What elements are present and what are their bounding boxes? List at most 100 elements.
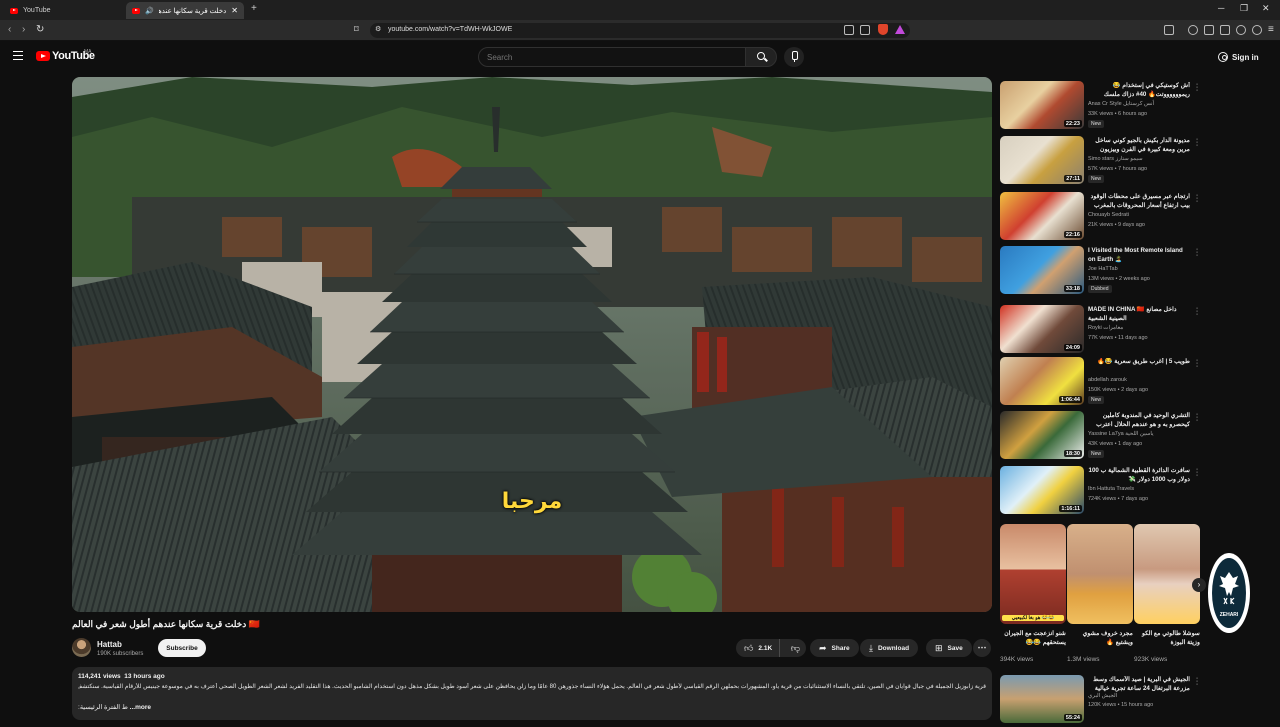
like-button[interactable]: 👍︎ 2.1K bbox=[736, 639, 780, 657]
short-thumbnail[interactable]: هو بغا لكبيعيي 😂😂 bbox=[1000, 524, 1066, 624]
url-field[interactable]: ⚙ youtube.com/watch?v=TdWH-WkJOWE bbox=[370, 23, 910, 38]
vpn-icon[interactable] bbox=[1252, 25, 1262, 35]
more-actions-button[interactable]: ⋯ bbox=[973, 639, 991, 657]
search-input[interactable] bbox=[478, 47, 746, 67]
recommendation-channel: abdellah zarouk bbox=[1088, 377, 1127, 383]
sign-in-button[interactable]: Sign in bbox=[1212, 48, 1265, 66]
recommendation-item[interactable]: 22:23 أش كوستيكي في إستخدام 😂 ريمووووووتت… bbox=[1000, 81, 1205, 133]
recommendation-meta: 150K views • 2 days ago bbox=[1088, 387, 1149, 393]
eagle-icon bbox=[1219, 572, 1239, 605]
shorts-next-button[interactable]: › bbox=[1192, 578, 1206, 592]
share-icon: ➦ bbox=[819, 642, 827, 653]
recommendation-thumbnail: 22:16 bbox=[1000, 192, 1084, 240]
more-options-icon[interactable]: · · · bbox=[1195, 305, 1199, 318]
extensions-icon[interactable] bbox=[1164, 25, 1174, 35]
speaker-icon: 🔊 bbox=[145, 7, 154, 15]
close-tab-icon[interactable]: ✕ bbox=[231, 6, 238, 15]
recommendation-item[interactable]: 1:06:44 طويب 5 | أغرب طريق سعرية 😂🔥 abdell… bbox=[1000, 357, 1205, 409]
voice-search-button[interactable] bbox=[784, 47, 804, 67]
recommendation-item[interactable]: 22:16 ارتجام عبر مسيرق على محطات الوقود ب… bbox=[1000, 192, 1205, 244]
video-duration: 1:06:44 bbox=[1059, 396, 1082, 403]
channel-name[interactable]: Hattab bbox=[97, 640, 122, 649]
bookmark-icon[interactable]: ⌑ bbox=[354, 24, 359, 35]
short-title[interactable]: شنو انزعجت مع الجيران يستحقهم 😂😂 bbox=[1000, 630, 1066, 647]
recommendation-title: سافرت الدائرة القطبية الشمالية ب 100 دول… bbox=[1088, 467, 1190, 483]
user-icon bbox=[1218, 52, 1228, 62]
short-views: 1.3M views bbox=[1067, 656, 1100, 663]
recommendation-item[interactable]: 24:09 MADE IN CHINA 🇨🇳 داخل مصانع الصينية… bbox=[1000, 305, 1205, 357]
restore-icon[interactable]: ❐ bbox=[1240, 3, 1248, 14]
recommendation-meta: 77K views • 11 days ago bbox=[1088, 335, 1148, 341]
save-button[interactable]: ⊞ Save bbox=[926, 639, 972, 657]
more-options-icon[interactable]: · · · bbox=[1195, 136, 1199, 149]
short-thumbnail[interactable] bbox=[1067, 524, 1133, 624]
recommendation-item[interactable]: 1:16:11 سافرت الدائرة القطبية الشمالية ب … bbox=[1000, 466, 1205, 518]
short-views: 923K views bbox=[1134, 656, 1168, 663]
recommendation-channel: Anas Cr Style أنس كرستايل bbox=[1088, 101, 1155, 107]
more-options-icon[interactable]: · · · bbox=[1195, 675, 1199, 688]
brave-rewards-icon[interactable] bbox=[895, 25, 905, 34]
description-box[interactable]: 114,241 views 13 hours ago قرية زابوزيل … bbox=[72, 667, 992, 720]
short-title[interactable]: سوشلا طالوتي مع الكو وزيتة البوزة bbox=[1134, 630, 1200, 647]
more-link[interactable]: ...more bbox=[130, 704, 151, 711]
more-options-icon[interactable]: · · · bbox=[1195, 357, 1199, 370]
recommendation-meta: 33K views • 6 hours ago bbox=[1088, 111, 1148, 117]
recommendation-item[interactable]: 33:18 I Visited the Most Remote Island on… bbox=[1000, 246, 1205, 298]
search-button[interactable] bbox=[745, 47, 777, 67]
share-page-icon[interactable] bbox=[860, 25, 870, 35]
video-duration: 24:09 bbox=[1063, 344, 1082, 351]
short-views: 394K views bbox=[1000, 656, 1034, 663]
recommendation-title: مديونة الدار بكيش بالجيو كوني ساخل مرين … bbox=[1095, 137, 1190, 153]
close-window-icon[interactable]: ✕ bbox=[1262, 3, 1270, 14]
site-info-icon[interactable]: ⚙ bbox=[375, 25, 381, 33]
recommendation-item[interactable]: 18:30 التشري الوحيد في المندوبة كاملين كي… bbox=[1000, 411, 1205, 463]
recommendation-item[interactable]: 27:11 مديونة الدار بكيش بالجيو كوني ساخل … bbox=[1000, 136, 1205, 188]
download-button[interactable]: ⤓ Download bbox=[860, 639, 919, 657]
recommendation-thumbnail: 33:18 bbox=[1000, 246, 1084, 294]
watermark-text: ZEHARI bbox=[1219, 612, 1239, 618]
more-options-icon[interactable]: · · · bbox=[1195, 411, 1199, 424]
forward-icon[interactable]: › bbox=[22, 24, 25, 35]
recommendation-title: طويب 5 | أغرب طريق سعرية 😂🔥 bbox=[1097, 358, 1190, 365]
cast-icon[interactable] bbox=[844, 25, 854, 35]
reload-icon[interactable]: ↻ bbox=[36, 24, 44, 35]
recommendation-meta: 13M views • 2 weeks ago bbox=[1088, 276, 1150, 282]
profile-icon[interactable] bbox=[1236, 25, 1246, 35]
new-tab-button[interactable]: + bbox=[251, 3, 257, 14]
short-thumbnail[interactable] bbox=[1134, 524, 1200, 624]
sign-in-label: Sign in bbox=[1232, 52, 1259, 62]
channel-avatar[interactable] bbox=[72, 638, 91, 657]
browser-tab-active[interactable]: 🔊 دخلت قرية سكانها عندهم أطول ✕ bbox=[126, 2, 244, 19]
recommendation-badge: New bbox=[1088, 120, 1105, 128]
share-button[interactable]: ➦ Share bbox=[810, 639, 859, 657]
video-duration: 22:23 bbox=[1063, 120, 1082, 127]
back-icon[interactable]: ‹ bbox=[8, 24, 11, 35]
more-options-icon[interactable]: · · · bbox=[1195, 81, 1199, 94]
browser-tab[interactable]: YouTube bbox=[4, 2, 122, 19]
brave-shields-icon[interactable] bbox=[878, 24, 888, 35]
video-frame bbox=[72, 77, 992, 612]
recommendation-item[interactable]: 55:24 الجيش في البرية | صيد الأسماك وسط … bbox=[1000, 675, 1205, 727]
dislike-button[interactable]: 👎︎ bbox=[785, 643, 806, 654]
browser-menu-icon[interactable]: ≡ bbox=[1268, 24, 1274, 35]
recommendation-thumbnail: 18:30 bbox=[1000, 411, 1084, 459]
more-options-icon[interactable]: · · · bbox=[1195, 466, 1199, 479]
short-caption: هو بغا لكبيعيي 😂😂 bbox=[1002, 615, 1064, 621]
media-icon[interactable] bbox=[1188, 25, 1198, 35]
video-player[interactable]: مرحبا bbox=[72, 77, 992, 612]
more-options-icon[interactable]: · · · bbox=[1195, 246, 1199, 259]
browser-tab-label: YouTube bbox=[23, 7, 51, 14]
download-icon: ⤓ bbox=[869, 642, 873, 653]
recommendation-channel: Simo stars سيمو ستارز bbox=[1088, 156, 1143, 162]
minimize-icon[interactable]: ─ bbox=[1218, 3, 1224, 13]
save-label: Save bbox=[947, 644, 963, 652]
video-duration: 27:11 bbox=[1064, 175, 1082, 182]
short-title[interactable]: مجرد خروف مشوي ويشتبع 🔥 bbox=[1067, 630, 1133, 647]
sidebar-icon[interactable] bbox=[1204, 25, 1214, 35]
menu-icon[interactable] bbox=[13, 51, 23, 60]
more-options-icon[interactable]: · · · bbox=[1195, 192, 1199, 205]
reading-list-icon[interactable] bbox=[1220, 25, 1230, 35]
description-expand[interactable]: :ط الفترة الرئيسية ...more bbox=[78, 703, 151, 711]
subscribe-button[interactable]: Subscribe bbox=[158, 639, 206, 657]
recommendation-meta: 21K views • 9 days ago bbox=[1088, 222, 1145, 228]
